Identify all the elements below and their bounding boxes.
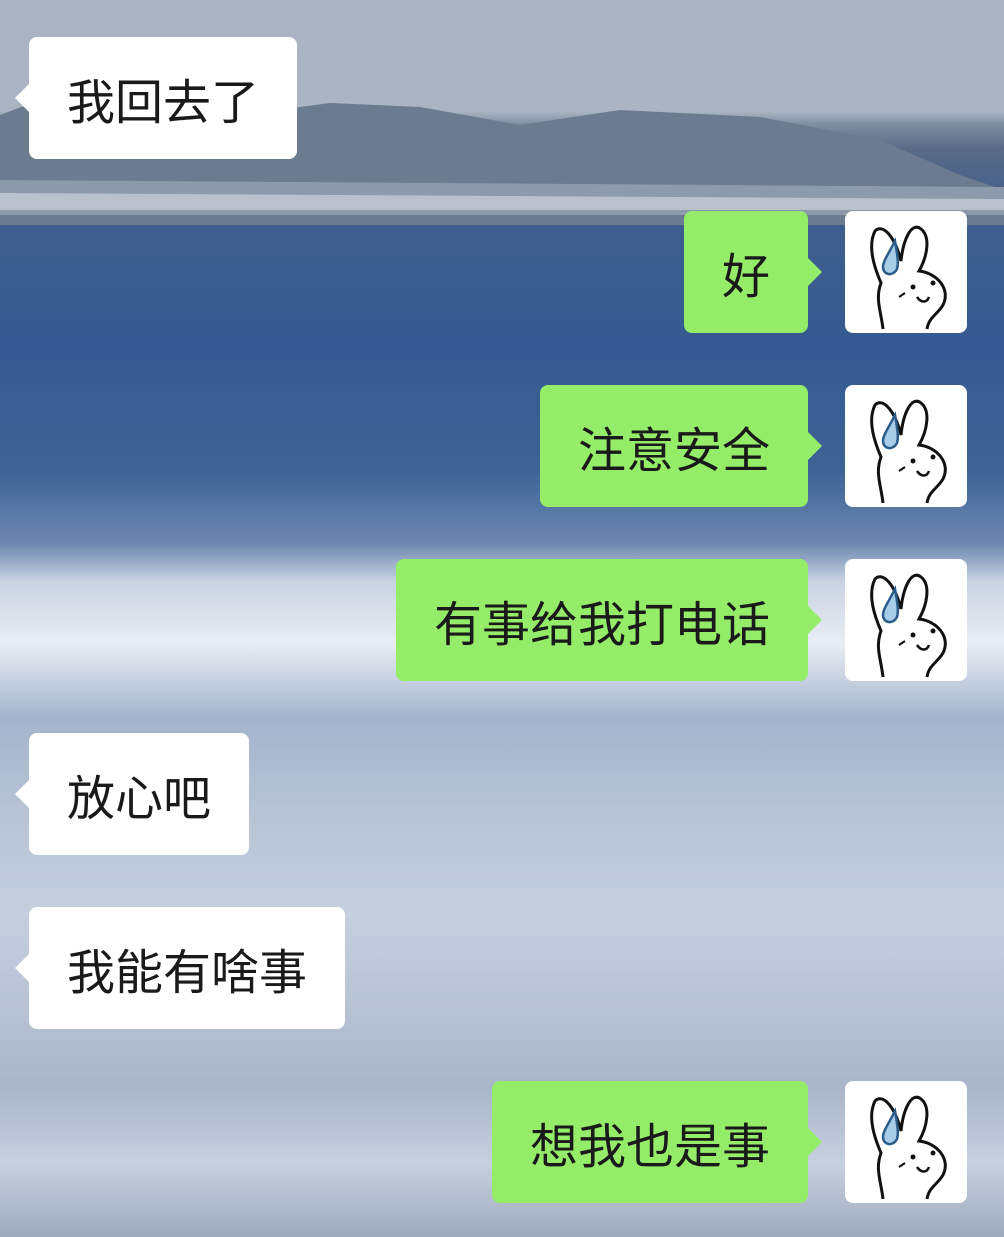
- bunny-sweat-drop-icon[interactable]: [845, 559, 967, 681]
- chat-message-incoming[interactable]: 放心吧: [14, 733, 250, 855]
- chat-message-incoming[interactable]: 我能有啥事: [14, 907, 346, 1029]
- chat-message-incoming[interactable]: 我回去了: [14, 37, 298, 159]
- bunny-sweat-drop-icon[interactable]: [845, 1081, 967, 1203]
- chat-message-outgoing[interactable]: 有事给我打电话: [395, 559, 823, 681]
- chat-message-outgoing[interactable]: 想我也是事: [491, 1081, 823, 1203]
- chat-message-outgoing[interactable]: 注意安全: [539, 385, 823, 507]
- bunny-sweat-drop-icon[interactable]: [845, 211, 967, 333]
- chat-message-outgoing[interactable]: 好: [683, 211, 823, 333]
- bunny-sweat-drop-icon[interactable]: [845, 385, 967, 507]
